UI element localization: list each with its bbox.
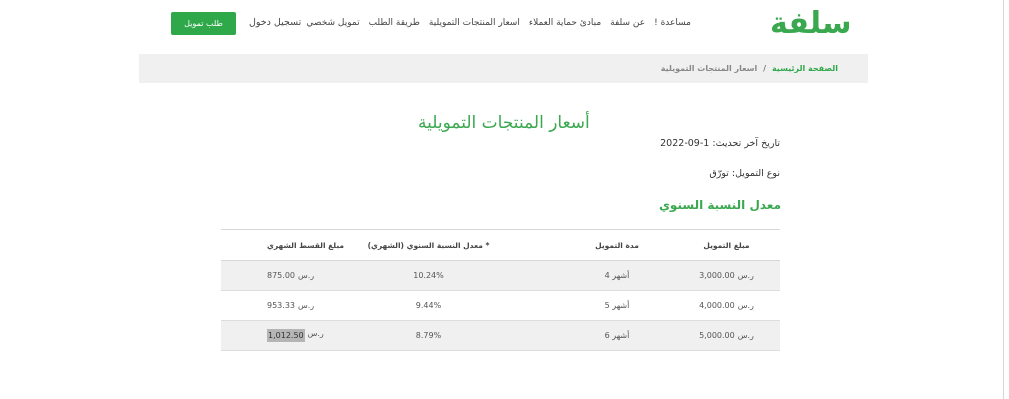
breadcrumb-current: اسعار المنتجات التمويلية bbox=[660, 64, 758, 73]
column-header-apr: معدل النسبة السنوي (الشهري) * bbox=[367, 240, 490, 250]
page-scrollbar[interactable] bbox=[1003, 0, 1004, 399]
nav-item-about[interactable]: عن سلفة bbox=[610, 18, 645, 28]
section-title: معدل النسبة السنوي bbox=[658, 198, 781, 212]
breadcrumb-home[interactable]: الصفحة الرئيسية bbox=[772, 64, 838, 73]
cell-amount: 5,000.00 ر.س bbox=[699, 331, 754, 340]
cell-installment: 1,012.50 ر.س bbox=[267, 329, 324, 342]
cell-duration: 5 أشهر bbox=[604, 301, 630, 310]
column-header-duration: مدة التمويل bbox=[595, 240, 639, 250]
nav-item-help[interactable]: مساعدة ! bbox=[654, 18, 691, 28]
column-header-amount: مبلغ التمويل bbox=[703, 240, 750, 250]
nav-item-personal-finance[interactable]: تمويل شخصي bbox=[306, 18, 359, 28]
breadcrumb-separator: / bbox=[763, 64, 766, 73]
cell-amount: 3,000.00 ر.س bbox=[699, 271, 754, 280]
site-logo[interactable]: سلفة bbox=[770, 6, 852, 41]
last-update-text: تاريخ آخر تحديث: 1-09-2022 bbox=[660, 138, 780, 149]
cell-duration: 4 أشهر bbox=[604, 271, 630, 280]
main-nav: تمويل شخصي طريقة الطلب اسعار المنتجات ال… bbox=[306, 18, 691, 28]
table-row: 3,000.00 ر.س 4 أشهر 10.24% 875.00 ر.س bbox=[221, 261, 780, 291]
table-header: مبلغ التمويل مدة التمويل معدل النسبة الس… bbox=[221, 230, 780, 261]
cell-amount: 4,000.00 ر.س bbox=[699, 301, 754, 310]
cell-duration: 6 أشهر bbox=[604, 331, 630, 340]
table-row: 4,000.00 ر.س 5 أشهر 9.44% 953.33 ر.س bbox=[221, 291, 780, 321]
table-row: 5,000.00 ر.س 6 أشهر 8.79% 1,012.50 ر.س bbox=[221, 321, 780, 351]
page-title: أسعار المنتجات التمويلية bbox=[418, 113, 590, 133]
breadcrumb: الصفحة الرئيسية / اسعار المنتجات التمويل… bbox=[139, 54, 868, 83]
pricing-table: مبلغ التمويل مدة التمويل معدل النسبة الس… bbox=[221, 229, 780, 351]
financing-type-text: نوع التمويل: تورّق bbox=[709, 168, 780, 179]
cell-apr: 8.79% bbox=[415, 331, 442, 340]
cell-installment: 953.33 ر.س bbox=[267, 301, 315, 310]
nav-item-product-prices[interactable]: اسعار المنتجات التمويلية bbox=[429, 18, 520, 28]
nav-item-how-to-apply[interactable]: طريقة الطلب bbox=[369, 18, 420, 28]
cell-apr: 9.44% bbox=[415, 301, 442, 310]
cell-apr: 10.24% bbox=[413, 271, 444, 280]
column-header-installment: مبلغ القسط الشهري bbox=[267, 240, 345, 250]
nav-item-customer-protection[interactable]: مبادئ حماية العملاء bbox=[529, 18, 601, 28]
site-header: سلفة تمويل شخصي طريقة الطلب اسعار المنتج… bbox=[0, 0, 1009, 52]
apply-financing-button[interactable]: طلب تمويل bbox=[171, 12, 236, 35]
cell-installment: 875.00 ر.س bbox=[267, 271, 315, 280]
login-link[interactable]: تسجيل دخول bbox=[249, 17, 301, 28]
